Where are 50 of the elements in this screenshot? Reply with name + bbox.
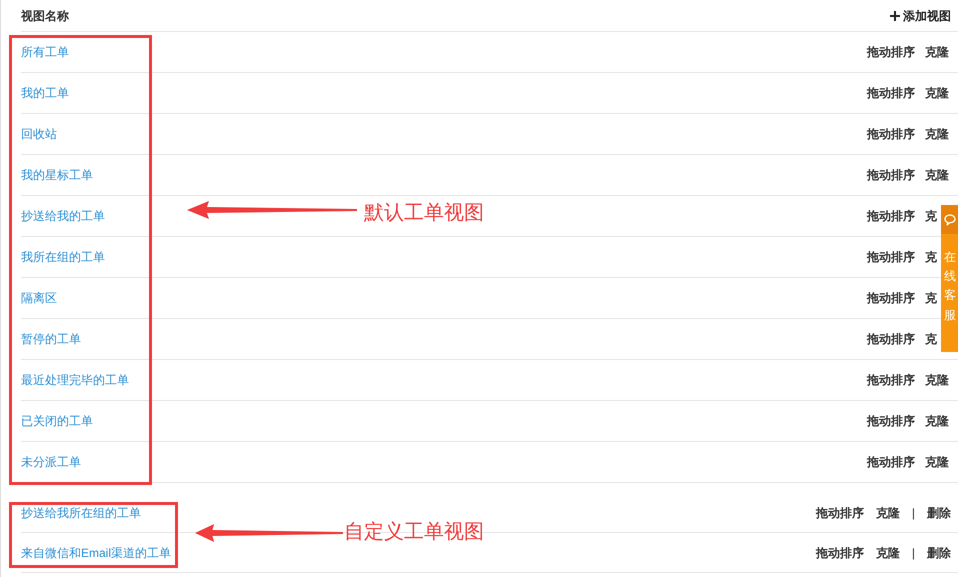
action-link[interactable]: 克: [925, 289, 937, 307]
action-link[interactable]: 拖动排序: [867, 166, 915, 184]
action-link[interactable]: 克隆: [925, 43, 949, 61]
view-link[interactable]: 我的工单: [21, 84, 69, 102]
view-link[interactable]: 隔离区: [21, 289, 57, 307]
action-link[interactable]: 克: [925, 207, 937, 225]
action-link[interactable]: 克: [925, 248, 937, 266]
view-link[interactable]: 来自微信和Email渠道的工单: [21, 544, 172, 562]
action-link[interactable]: 拖动排序: [867, 412, 915, 430]
chat-label: 在线客服: [944, 249, 956, 324]
action-link[interactable]: 拖动排序: [816, 544, 864, 562]
view-link[interactable]: 最近处理完毕的工单: [21, 371, 129, 389]
action-link[interactable]: 拖动排序: [867, 330, 915, 348]
annotation-label: 自定义工单视图: [344, 518, 484, 545]
action-link[interactable]: 克隆: [925, 453, 949, 471]
action-link[interactable]: 拖动排序: [867, 371, 915, 389]
view-link[interactable]: 抄送给我所在组的工单: [21, 504, 141, 522]
action-link[interactable]: 克隆: [925, 166, 949, 184]
action-link[interactable]: 拖动排序: [867, 43, 915, 61]
action-link[interactable]: 删除: [927, 504, 951, 522]
action-link[interactable]: 拖动排序: [816, 504, 864, 522]
view-link[interactable]: 回收站: [21, 125, 57, 143]
action-link[interactable]: 克隆: [925, 84, 949, 102]
action-link[interactable]: 克隆: [876, 504, 900, 522]
chat-bubble-icon: [944, 214, 956, 226]
view-link[interactable]: 我所在组的工单: [21, 248, 105, 266]
action-link[interactable]: 拖动排序: [867, 248, 915, 266]
action-link[interactable]: 拖动排序: [867, 84, 915, 102]
view-link[interactable]: 已关闭的工单: [21, 412, 93, 430]
action-link[interactable]: 拖动排序: [867, 207, 915, 225]
view-link[interactable]: 所有工单: [21, 43, 69, 61]
add-view-button[interactable]: 添加视图: [890, 6, 951, 24]
separator: |: [912, 504, 915, 522]
view-link[interactable]: 未分派工单: [21, 453, 81, 471]
column-header: 视图名称: [21, 8, 69, 24]
action-link[interactable]: 克隆: [876, 544, 900, 562]
action-link[interactable]: 克: [925, 330, 937, 348]
action-link[interactable]: 拖动排序: [867, 289, 915, 307]
annotation-label: 默认工单视图: [364, 199, 484, 226]
action-link[interactable]: 克隆: [925, 371, 949, 389]
separator: |: [912, 544, 915, 562]
plus-icon: [890, 10, 900, 20]
view-link[interactable]: 抄送给我的工单: [21, 207, 105, 225]
view-link[interactable]: 暂停的工单: [21, 330, 81, 348]
action-link[interactable]: 拖动排序: [867, 453, 915, 471]
view-link[interactable]: 我的星标工单: [21, 166, 93, 184]
action-link[interactable]: 删除: [927, 544, 951, 562]
action-link[interactable]: 克隆: [925, 412, 949, 430]
action-link[interactable]: 克隆: [925, 125, 949, 143]
action-link[interactable]: 拖动排序: [867, 125, 915, 143]
